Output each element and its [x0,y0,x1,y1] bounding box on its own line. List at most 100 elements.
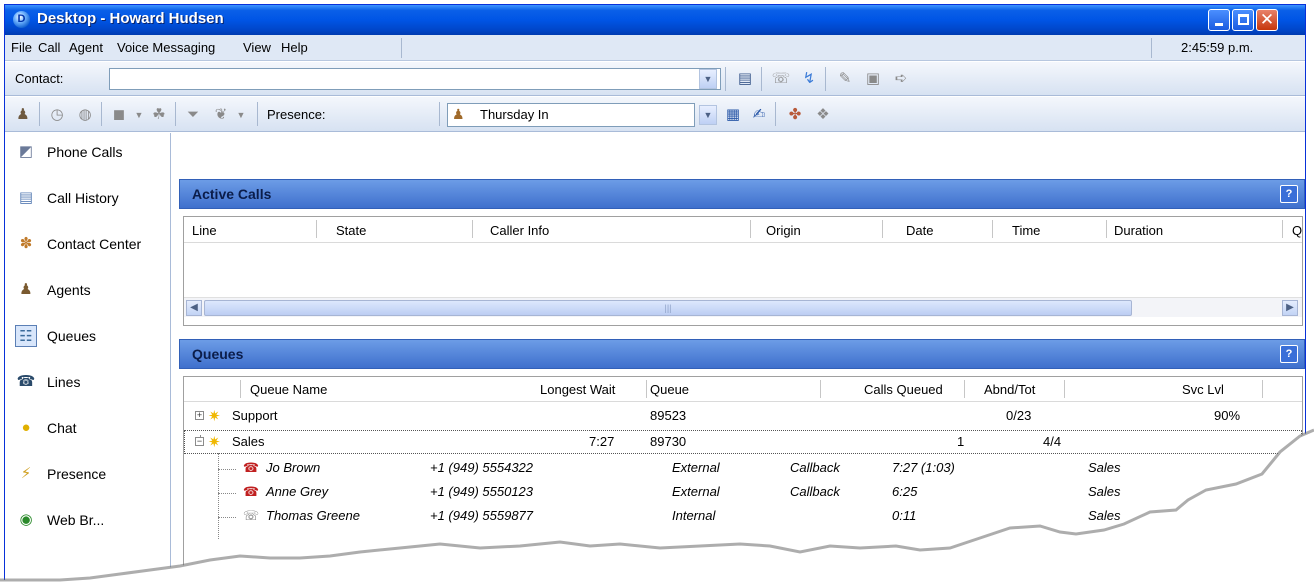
menu-separator [1151,38,1152,58]
contact-dropdown-button[interactable]: ▼ [699,69,717,89]
minimize-button[interactable] [1208,9,1230,31]
column-q[interactable]: Q [1292,223,1302,238]
menu-separator [401,38,402,58]
column-divider[interactable] [1282,220,1283,238]
presence-dropdown-button[interactable]: ▼ [699,105,717,125]
sidebar-item-label: Lines [47,374,81,390]
sidebar-item-label: Phone Calls [47,144,123,160]
queued-call-row[interactable]: ☎ Jo Brown +1 (949) 5554322 External Cal… [184,457,1302,481]
queues-icon: ☷ [15,325,37,347]
hold-icon[interactable]: ◷ [47,105,67,125]
column-queue[interactable]: Queue [650,382,689,397]
scroll-left-button[interactable]: ◀ [186,300,202,316]
column-state[interactable]: State [336,223,366,238]
filter-icon[interactable]: ⏷ [183,105,203,125]
presence-users-icon[interactable]: ✤ [785,105,805,125]
schedule-icon[interactable]: ▦ [723,105,743,125]
active-calls-table: Line State Caller Info Origin Date Time … [183,216,1303,326]
directory-icon[interactable]: ▤ [735,69,755,89]
park-icon[interactable]: ▣ [863,69,883,89]
sidebar-item-phone-calls[interactable]: ◩ Phone Calls [5,133,171,177]
column-divider[interactable] [472,220,473,238]
sidebar-item-web-browser[interactable]: ◉ Web Br... [5,501,171,545]
group-icon[interactable]: ❦ [211,105,231,125]
column-longest-wait[interactable]: Longest Wait [540,382,615,397]
column-origin[interactable]: Origin [766,223,801,238]
forward-icon[interactable]: ➪ [891,69,911,89]
app-window: D Desktop - Howard Hudsen ✕ File Call Ag… [4,4,1306,582]
menu-call[interactable]: Call [38,40,60,55]
column-divider[interactable] [1064,380,1065,398]
column-caller-info[interactable]: Caller Info [490,223,549,238]
title-bar[interactable]: D Desktop - Howard Hudsen ✕ [5,5,1305,35]
column-date[interactable]: Date [906,223,933,238]
close-icon: ✕ [1259,10,1275,29]
column-divider[interactable] [646,380,647,398]
menu-help[interactable]: Help [281,40,308,55]
sidebar-item-lines[interactable]: ☎ Lines [5,363,171,407]
column-divider[interactable] [316,220,317,238]
menu-agent[interactable]: Agent [69,40,103,55]
agent-status-icon[interactable]: ♟ [13,105,33,125]
scroll-thumb[interactable]: ||| [204,300,1132,316]
help-button[interactable]: ? [1280,345,1298,363]
column-divider[interactable] [882,220,883,238]
maximize-button[interactable] [1232,9,1254,31]
close-button[interactable]: ✕ [1256,9,1278,31]
toolbar-separator [101,102,102,126]
sidebar-item-queues[interactable]: ☷ Queues [5,317,171,361]
mute-icon[interactable]: ◼ [109,105,129,125]
menu-voice-messaging[interactable]: Voice Messaging [117,40,215,55]
scroll-right-button[interactable]: ▶ [1282,300,1298,316]
queue-calls-queued: 1 [957,434,965,449]
column-calls-queued[interactable]: Calls Queued [864,382,943,397]
collapse-minus-icon[interactable]: − [195,437,204,446]
column-divider[interactable] [1106,220,1107,238]
pickup-icon[interactable]: ✎ [835,69,855,89]
help-button[interactable]: ? [1280,185,1298,203]
presence-select[interactable]: ♟ Thursday In [447,103,695,127]
queue-longest-wait: 7:27 [589,434,615,449]
queue-row[interactable]: − ✷ Sales 7:27 89730 1 4/4 [184,430,1302,454]
chevron-down-icon[interactable]: ▼ [231,105,251,125]
sidebar-item-agents[interactable]: ♟ Agents [5,271,171,315]
queued-call-row[interactable]: ☎ Anne Grey +1 (949) 5550123 External Ca… [184,481,1302,505]
queue-row[interactable]: + ✷ Support 89523 0/23 90% [184,405,1302,429]
column-divider[interactable] [750,220,751,238]
transfer-icon[interactable]: ↯ [799,69,819,89]
conference-icon[interactable]: ☘ [149,105,169,125]
sidebar-item-call-history[interactable]: ▤ Call History [5,179,171,223]
column-divider[interactable] [820,380,821,398]
horizontal-scrollbar[interactable]: ◀ ||| ▶ [184,297,1302,317]
sidebar-item-label: Queues [47,328,97,344]
toolbar-separator [775,102,776,126]
column-divider[interactable] [1262,380,1263,398]
column-divider[interactable] [964,380,965,398]
column-duration[interactable]: Duration [1114,223,1163,238]
sidebar-item-label: Contact Center [47,236,142,252]
contact-input[interactable] [109,68,721,90]
sidebar-item-presence[interactable]: ⚡ Presence [5,455,171,499]
queued-call-row[interactable]: ☏ Thomas Greene +1 (949) 5559877 Interna… [184,505,1302,529]
record-icon[interactable]: ◍ [75,105,95,125]
sidebar-item-contact-center[interactable]: ✽ Contact Center [5,225,171,269]
presence-settings-icon[interactable]: ❖ [813,105,833,125]
queue-icon: ✷ [208,434,221,451]
column-divider[interactable] [992,220,993,238]
expand-plus-icon[interactable]: + [195,411,204,420]
column-line[interactable]: Line [192,223,217,238]
column-queue-name[interactable]: Queue Name [250,382,327,397]
edit-presence-icon[interactable]: ✍ [749,105,769,125]
column-abnd-tot[interactable]: Abnd/Tot [984,382,1035,397]
menu-view[interactable]: View [243,40,271,55]
chevron-down-icon[interactable]: ▼ [129,105,149,125]
queues-table: Queue Name Longest Wait Queue Calls Queu… [183,376,1303,576]
column-divider[interactable] [240,380,241,398]
toolbar-separator [761,67,762,91]
sidebar-item-chat[interactable]: ● Chat [5,409,171,453]
dial-icon[interactable]: ☏ [771,69,791,89]
menu-file[interactable]: File [11,40,32,55]
queues-column-headers: Queue Name Longest Wait Queue Calls Queu… [184,377,1302,402]
column-time[interactable]: Time [1012,223,1040,238]
column-svc-lvl[interactable]: Svc Lvl [1182,382,1224,397]
